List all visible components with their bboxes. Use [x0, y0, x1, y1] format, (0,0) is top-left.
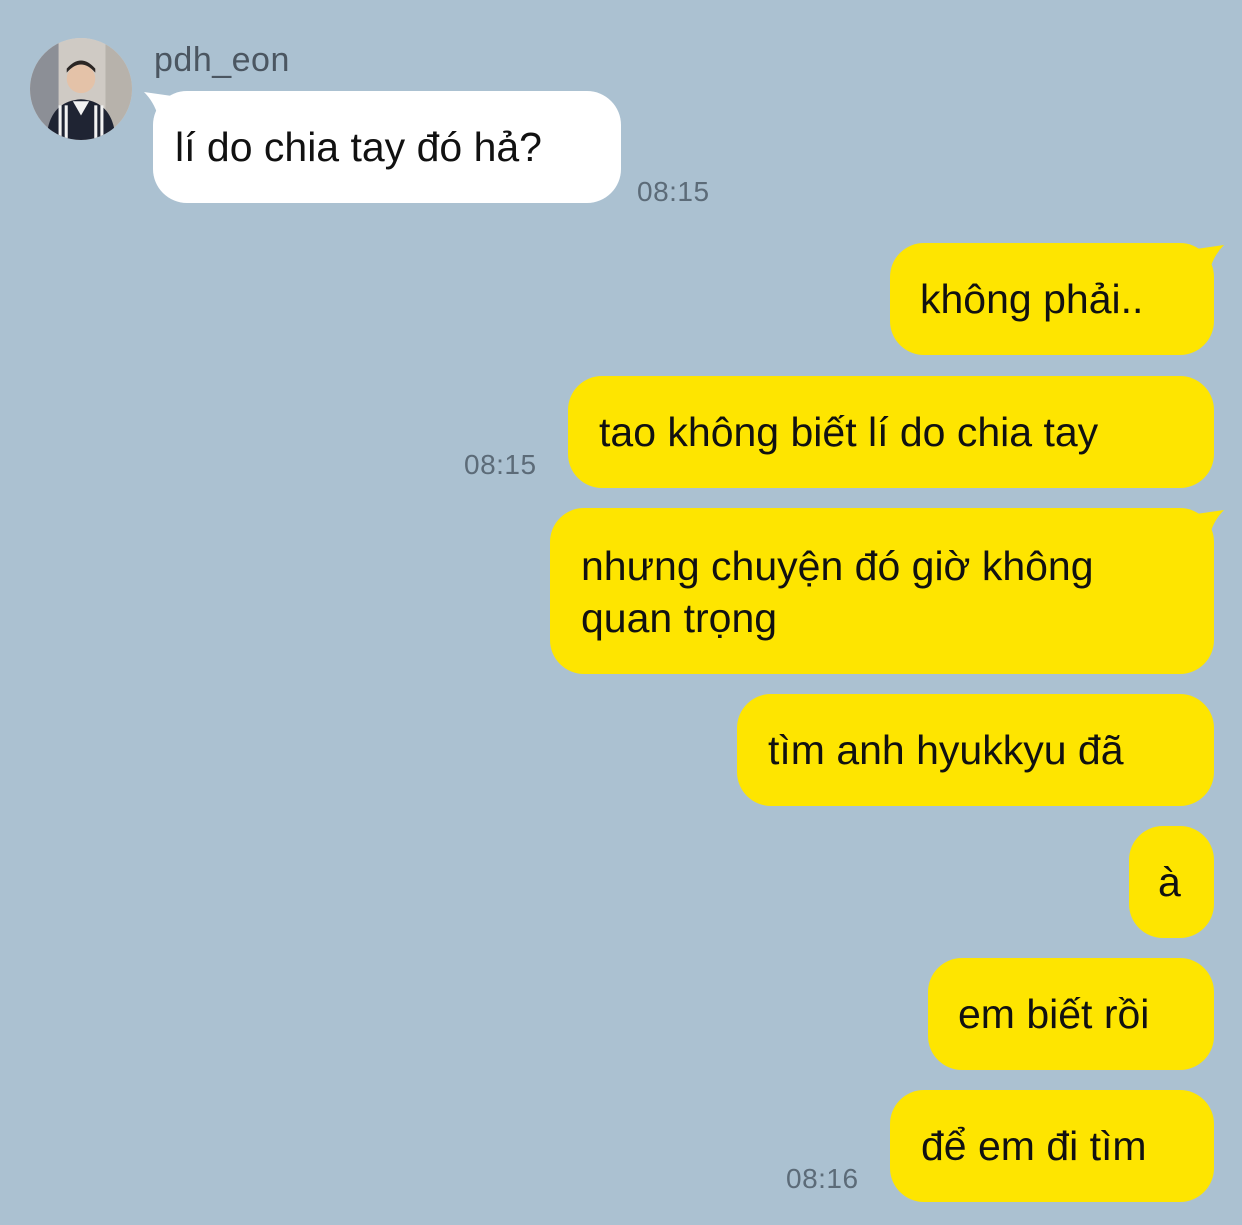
- outgoing-message[interactable]: tao không biết lí do chia tay: [568, 376, 1214, 488]
- message-text: không phải..: [920, 276, 1144, 322]
- sender-name: pdh_eon: [154, 41, 290, 79]
- outgoing-message[interactable]: em biết rồi: [928, 958, 1214, 1070]
- message-timestamp: 08:15: [637, 176, 710, 207]
- incoming-message[interactable]: lí do chia tay đó hả?: [153, 91, 621, 203]
- message-text-line: quan trọng: [581, 595, 778, 641]
- message-text: tao không biết lí do chia tay: [599, 409, 1099, 455]
- message-timestamp: 08:15: [464, 449, 537, 480]
- message-timestamp: 08:16: [786, 1163, 859, 1194]
- outgoing-message[interactable]: để em đi tìm: [890, 1090, 1214, 1202]
- outgoing-message[interactable]: nhưng chuyện đó giờ không quan trọng: [550, 508, 1214, 674]
- message-text: lí do chia tay đó hả?: [175, 124, 542, 170]
- message-text: em biết rồi: [958, 991, 1150, 1037]
- outgoing-message[interactable]: không phải..: [890, 243, 1214, 355]
- profile-photo-icon: [30, 38, 132, 140]
- message-text-line: nhưng chuyện đó giờ không: [581, 543, 1094, 589]
- message-text: tìm anh hyukkyu đã: [768, 727, 1124, 773]
- message-text: à: [1158, 859, 1181, 905]
- outgoing-message[interactable]: à: [1129, 826, 1214, 938]
- outgoing-message[interactable]: tìm anh hyukkyu đã: [737, 694, 1214, 806]
- message-text: để em đi tìm: [921, 1123, 1147, 1169]
- sender-avatar[interactable]: [30, 38, 132, 140]
